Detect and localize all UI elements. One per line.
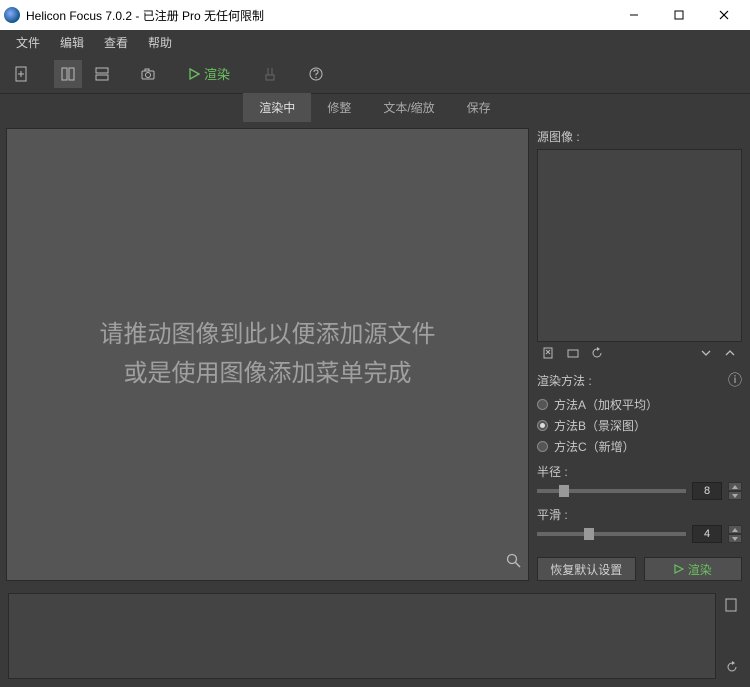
method-b-radio[interactable]: 方法B（景深图）: [537, 415, 742, 436]
output-thumbnails[interactable]: [8, 593, 716, 679]
tab-retouch[interactable]: 修整: [311, 93, 367, 122]
close-button[interactable]: [701, 1, 746, 29]
refresh-icon[interactable]: [589, 345, 605, 361]
method-a-radio[interactable]: 方法A（加权平均）: [537, 394, 742, 415]
remove-image-icon[interactable]: [541, 345, 557, 361]
collapse-down-icon[interactable]: [698, 345, 714, 361]
method-c-radio[interactable]: 方法C（新增）: [537, 436, 742, 457]
render-toolbar-button[interactable]: 渲染: [180, 60, 238, 88]
method-help-icon[interactable]: ⓘ: [728, 370, 742, 390]
menu-view[interactable]: 查看: [94, 30, 138, 55]
canvas-drop-area[interactable]: 请推动图像到此以便添加源文件 或是使用图像添加菜单完成: [6, 128, 529, 581]
window-title: Helicon Focus 7.0.2 - 已注册 Pro 无任何限制: [26, 7, 611, 24]
add-image-button[interactable]: [8, 60, 36, 88]
output-refresh-icon[interactable]: [724, 659, 740, 675]
render-settings: 渲染方法 : ⓘ 方法A（加权平均） 方法B（景深图） 方法C（新增） 半径 :…: [537, 370, 742, 581]
tab-rendering[interactable]: 渲染中: [243, 93, 311, 122]
drop-hint-line2: 或是使用图像添加菜单完成: [100, 355, 436, 393]
camera-button[interactable]: [134, 60, 162, 88]
tab-text-scale[interactable]: 文本/缩放: [367, 93, 450, 122]
output-panel: [0, 587, 750, 687]
method-b-label: 方法B（景深图）: [554, 417, 646, 434]
tab-save[interactable]: 保存: [451, 93, 507, 122]
window-titlebar: Helicon Focus 7.0.2 - 已注册 Pro 无任何限制: [0, 0, 750, 30]
output-save-icon[interactable]: [724, 597, 740, 613]
radius-down-button[interactable]: [728, 491, 742, 500]
app-icon: [4, 7, 20, 23]
radius-label: 半径 :: [537, 463, 742, 480]
menu-bar: 文件 编辑 查看 帮助: [0, 30, 750, 54]
radius-slider[interactable]: [537, 489, 686, 493]
smooth-value[interactable]: 4: [692, 525, 722, 543]
smooth-down-button[interactable]: [728, 534, 742, 543]
smooth-label: 平滑 :: [537, 506, 742, 523]
source-images-label: 源图像 :: [537, 128, 742, 145]
source-toolbar: [537, 342, 742, 364]
main-toolbar: 渲染: [0, 54, 750, 94]
collapse-up-icon[interactable]: [722, 345, 738, 361]
render-button[interactable]: 渲染: [644, 557, 743, 581]
open-folder-icon[interactable]: [565, 345, 581, 361]
minimize-button[interactable]: [611, 1, 656, 29]
help-toolbar-button[interactable]: [302, 60, 330, 88]
radius-value[interactable]: 8: [692, 482, 722, 500]
zoom-icon[interactable]: [506, 553, 522, 574]
smooth-up-button[interactable]: [728, 525, 742, 534]
radius-up-button[interactable]: [728, 482, 742, 491]
render-method-label: 渲染方法 :: [537, 372, 592, 389]
smooth-slider[interactable]: [537, 532, 686, 536]
layout-stack-button[interactable]: [88, 60, 116, 88]
menu-edit[interactable]: 编辑: [50, 30, 94, 55]
share-button[interactable]: [256, 60, 284, 88]
tab-bar: 渲染中 修整 文本/缩放 保存: [0, 94, 750, 122]
side-panel: 源图像 : 渲染方法 : ⓘ 方法A（加权平均） 方法B（景深图） 方法C（新增…: [535, 122, 750, 587]
render-label: 渲染: [204, 64, 230, 83]
menu-help[interactable]: 帮助: [138, 30, 182, 55]
reset-defaults-button[interactable]: 恢复默认设置: [537, 557, 636, 581]
drop-hint: 请推动图像到此以便添加源文件 或是使用图像添加菜单完成: [100, 316, 436, 393]
menu-file[interactable]: 文件: [6, 30, 50, 55]
source-images-list[interactable]: [537, 149, 742, 342]
workspace: 请推动图像到此以便添加源文件 或是使用图像添加菜单完成 源图像 : 渲染方法 :…: [0, 122, 750, 587]
layout-split-button[interactable]: [54, 60, 82, 88]
drop-hint-line1: 请推动图像到此以便添加源文件: [100, 316, 436, 354]
method-a-label: 方法A（加权平均）: [554, 396, 658, 413]
method-c-label: 方法C（新增）: [554, 438, 635, 455]
maximize-button[interactable]: [656, 1, 701, 29]
